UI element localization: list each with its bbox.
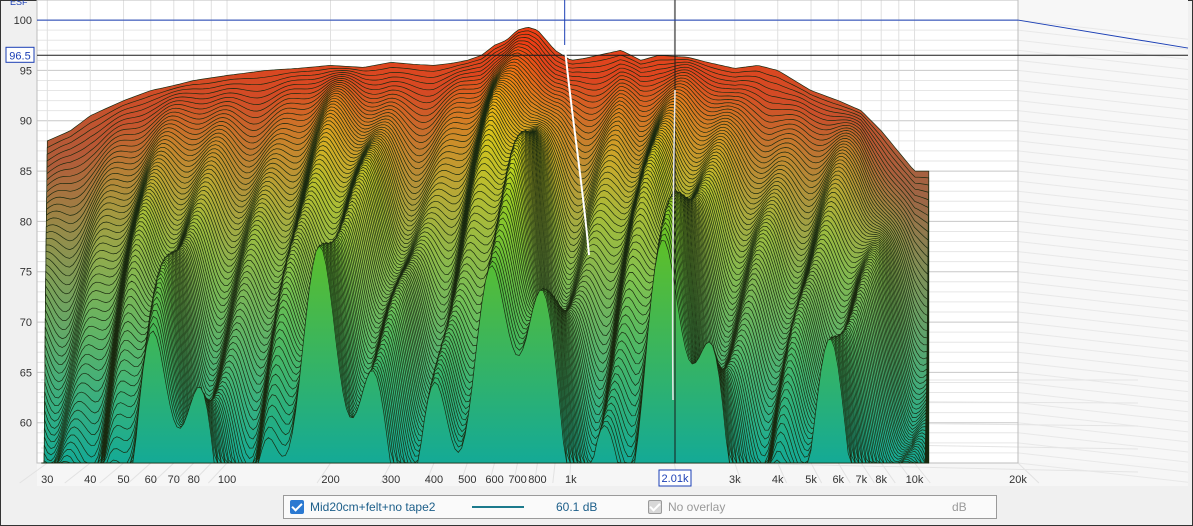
x-tick-label: 6k bbox=[832, 474, 844, 486]
x-tick-label: 700 bbox=[508, 474, 526, 486]
series-checkbox[interactable] bbox=[290, 500, 304, 514]
waterfall-surface bbox=[41, 27, 930, 464]
x-tick-label: 8k bbox=[875, 474, 887, 486]
y-tick-label: 70 bbox=[20, 317, 32, 329]
series-line-swatch bbox=[472, 506, 524, 508]
x-tick-label: 500 bbox=[458, 474, 476, 486]
series-name: Mid20cm+felt+no tape2 bbox=[310, 500, 436, 514]
x-tick-label: 30 bbox=[41, 474, 53, 486]
x-tick-label: 5k bbox=[805, 474, 817, 486]
x-tick-label: 70 bbox=[168, 474, 180, 486]
cursor-level-label: 96.5 bbox=[9, 50, 30, 62]
x-tick-label: 7k bbox=[855, 474, 867, 486]
y-tick-label: 65 bbox=[20, 367, 32, 379]
cursor-freq-label: 2.01k bbox=[662, 473, 689, 485]
overlay-label: No overlay bbox=[668, 500, 726, 514]
overlay-checkbox[interactable] bbox=[648, 500, 662, 514]
y-tick-label: 95 bbox=[20, 65, 32, 77]
y-tick-label: 100 bbox=[14, 15, 32, 27]
x-tick-label: 100 bbox=[218, 474, 236, 486]
x-tick-label: 200 bbox=[321, 474, 339, 486]
x-tick-label: 20k bbox=[1009, 474, 1027, 486]
x-tick-label: 80 bbox=[188, 474, 200, 486]
x-tick-label: 300 bbox=[382, 474, 400, 486]
x-tick-label: 400 bbox=[425, 474, 443, 486]
cursor-level-readout: 96.5 bbox=[5, 46, 35, 63]
x-tick-label: 1k bbox=[565, 474, 577, 486]
x-tick-label: 800 bbox=[528, 474, 546, 486]
overlay-unit: dB bbox=[952, 500, 967, 514]
y-tick-label: 80 bbox=[20, 216, 32, 228]
series-value: 60.1 dB bbox=[556, 500, 598, 514]
x-tick-label: 10k bbox=[906, 474, 924, 486]
x-tick-label: 60 bbox=[145, 474, 157, 486]
corner-label: ESF bbox=[10, 0, 28, 7]
waterfall-chart: 60 65 70 75 80 85 90 95 100 30 40 50 60 70 80 100 200 300… bbox=[5, 0, 1189, 487]
y-tick-label: 85 bbox=[20, 166, 32, 178]
legend-bar: Mid20cm+felt+no tape2 60.1 dB No overlay… bbox=[283, 495, 997, 519]
x-tick-label: 4k bbox=[772, 474, 784, 486]
x-tick-label: 50 bbox=[117, 474, 129, 486]
x-tick-label: 40 bbox=[84, 474, 96, 486]
y-tick-label: 90 bbox=[20, 116, 32, 128]
y-tick-label: 75 bbox=[20, 267, 32, 279]
cursor-freq-readout: 2.01k bbox=[658, 469, 692, 487]
x-tick-label: 3k bbox=[729, 474, 741, 486]
x-tick-label: 600 bbox=[485, 474, 503, 486]
y-tick-label: 60 bbox=[20, 418, 32, 430]
